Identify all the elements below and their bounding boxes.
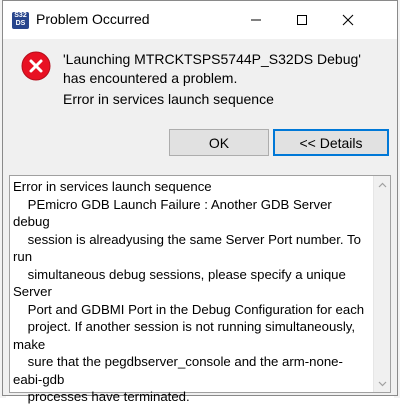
error-summary: Error in services launch sequence xyxy=(63,91,274,107)
scroll-up-button[interactable] xyxy=(374,176,390,193)
close-button[interactable] xyxy=(325,1,371,39)
details-scrollbar[interactable] xyxy=(373,176,390,392)
minimize-icon xyxy=(251,19,261,21)
details-text: Error in services launch sequence PEmicr… xyxy=(13,179,365,404)
scroll-down-button[interactable] xyxy=(374,375,390,392)
title-bar: S32 DS Problem Occurred xyxy=(3,1,397,39)
error-icon xyxy=(21,51,51,81)
window-title: Problem Occurred xyxy=(36,11,150,27)
maximize-icon xyxy=(297,15,307,25)
chevron-down-icon xyxy=(378,381,386,386)
details-text-area[interactable]: Error in services launch sequence PEmicr… xyxy=(9,175,391,404)
problem-dialog: S32 DS Problem Occurred 'Launching MTRCK… xyxy=(2,0,398,404)
app-icon: S32 DS xyxy=(12,12,29,29)
details-toggle-button[interactable]: << Details xyxy=(273,129,389,156)
minimize-button[interactable] xyxy=(233,1,279,39)
error-message: 'Launching MTRCKTSPS5744P_S32DS Debug' h… xyxy=(63,51,361,86)
chevron-up-icon xyxy=(378,182,386,187)
maximize-button[interactable] xyxy=(279,1,325,39)
ok-button[interactable]: OK xyxy=(169,129,269,156)
close-icon xyxy=(342,14,354,26)
